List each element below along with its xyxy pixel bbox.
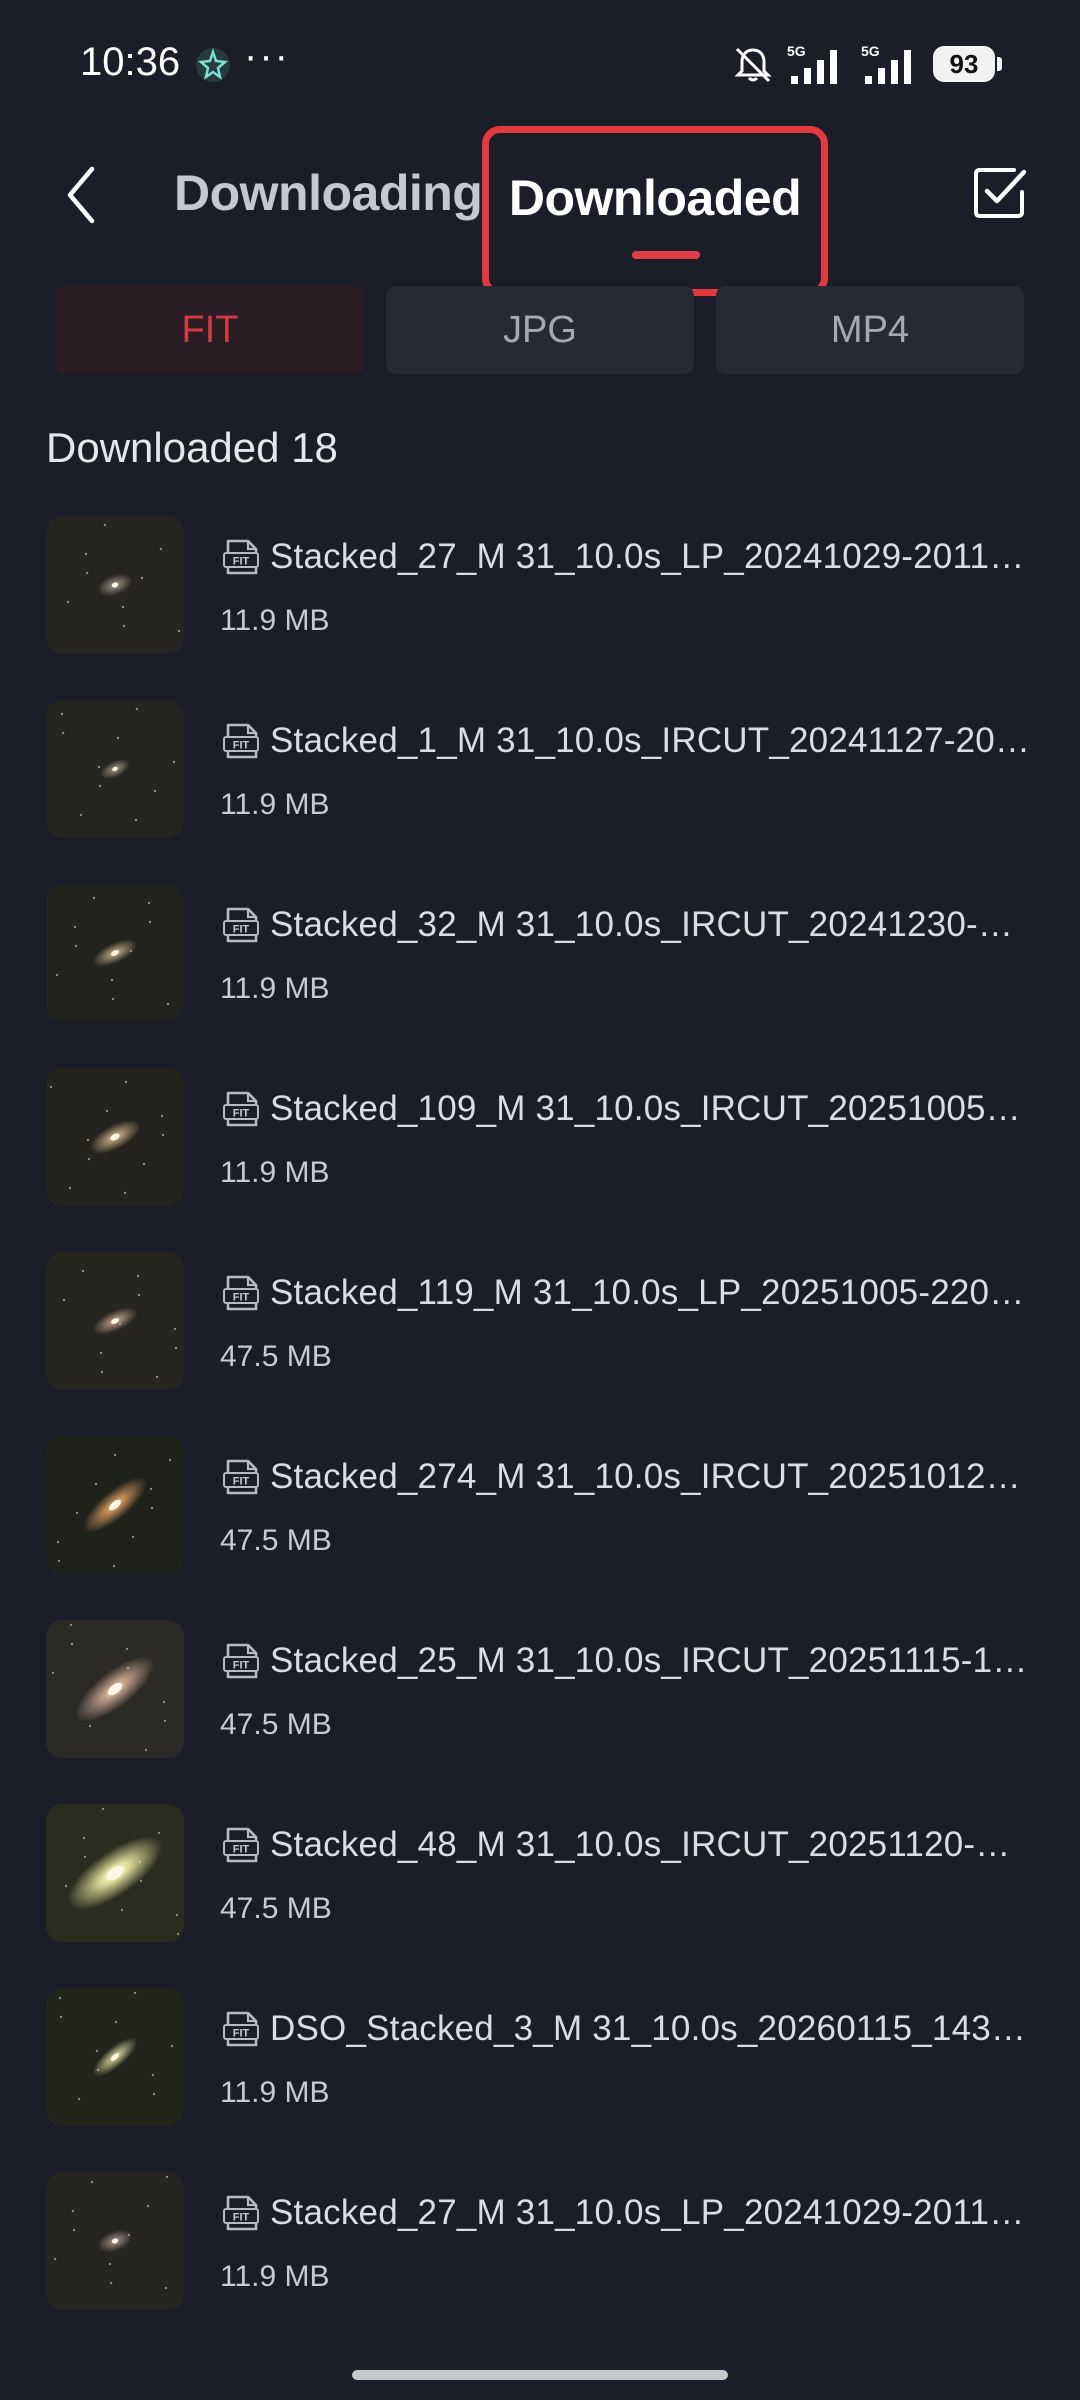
status-time: 10:36	[80, 40, 181, 84]
file-list-item[interactable]: FIT Stacked_48_M 31_10.0s_IRCUT_20251120…	[0, 1788, 1080, 1972]
file-name-row: FIT Stacked_119_M 31_10.0s_LP_20251005-2…	[222, 1268, 1034, 1318]
fit-file-icon: FIT	[223, 1459, 259, 1495]
file-name-row: FIT Stacked_27_M 31_10.0s_LP_20241029-20…	[222, 2188, 1034, 2238]
filter-mp4-chip[interactable]: MP4	[716, 286, 1024, 374]
galaxy-thumbnail	[46, 1436, 184, 1574]
file-name: Stacked_25_M 31_10.0s_IRCUT_20251115-1…	[270, 1641, 1028, 1680]
fit-file-icon: FIT	[223, 1091, 259, 1127]
file-type-filters: FIT JPG MP4	[56, 286, 1024, 374]
file-list-item[interactable]: FIT DSO_Stacked_3_M 31_10.0s_20260115_14…	[0, 1972, 1080, 2156]
back-button[interactable]	[52, 160, 112, 230]
file-size: 11.9 MB	[220, 2260, 330, 2293]
fit-file-icon: FIT	[223, 2195, 259, 2231]
fit-file-icon: FIT	[223, 2011, 259, 2047]
downloaded-count: Downloaded 18	[46, 424, 338, 471]
file-size: 47.5 MB	[220, 1524, 332, 1557]
file-name: Stacked_27_M 31_10.0s_LP_20241029-2011…	[270, 2193, 1025, 2232]
file-name-row: FIT Stacked_109_M 31_10.0s_IRCUT_2025100…	[222, 1084, 1034, 1134]
active-tab-indicator	[632, 251, 700, 259]
file-size: 11.9 MB	[220, 1156, 330, 1189]
file-size: 11.9 MB	[220, 2076, 330, 2109]
tab-downloading[interactable]: Downloading	[174, 164, 483, 222]
file-name: Stacked_32_M 31_10.0s_IRCUT_20241230-…	[270, 905, 1014, 944]
file-name: Stacked_119_M 31_10.0s_LP_20251005-220…	[270, 1273, 1025, 1312]
svg-text:FIT: FIT	[233, 740, 250, 752]
file-name: Stacked_109_M 31_10.0s_IRCUT_20251005…	[270, 1089, 1021, 1128]
galaxy-thumbnail	[46, 700, 184, 838]
svg-text:FIT: FIT	[233, 2212, 250, 2224]
status-bar: 10:36 ··· 5G 5G 93	[0, 0, 1080, 130]
galaxy-thumbnail	[46, 1068, 184, 1206]
app-notification-icon	[196, 48, 230, 82]
file-name-row: FIT Stacked_274_M 31_10.0s_IRCUT_2025101…	[222, 1452, 1034, 1502]
file-size: 47.5 MB	[220, 1892, 332, 1925]
file-size: 47.5 MB	[220, 1340, 332, 1373]
fit-file-icon: FIT	[223, 1827, 259, 1863]
file-size: 47.5 MB	[220, 1708, 332, 1741]
file-size: 11.9 MB	[220, 788, 330, 821]
file-list-item[interactable]: FIT Stacked_27_M 31_10.0s_LP_20241029-20…	[0, 2156, 1080, 2340]
file-list-item[interactable]: FIT Stacked_109_M 31_10.0s_IRCUT_2025100…	[0, 1052, 1080, 1236]
svg-text:FIT: FIT	[233, 1660, 250, 1672]
svg-text:5G: 5G	[787, 43, 806, 59]
screen: 10:36 ··· 5G 5G 93 Downloading Downloade…	[0, 0, 1080, 2400]
galaxy-thumbnail	[46, 884, 184, 1022]
fit-file-icon: FIT	[223, 1275, 259, 1311]
file-name: Stacked_27_M 31_10.0s_LP_20241029-2011…	[270, 537, 1025, 576]
file-list-item[interactable]: FIT Stacked_1_M 31_10.0s_IRCUT_20241127-…	[0, 684, 1080, 868]
galaxy-thumbnail	[46, 1804, 184, 1942]
svg-text:5G: 5G	[861, 43, 880, 59]
tab-downloaded-highlight: Downloaded	[482, 126, 828, 296]
svg-text:FIT: FIT	[233, 924, 250, 936]
filter-jpg-chip[interactable]: JPG	[386, 286, 694, 374]
file-list-item[interactable]: FIT Stacked_119_M 31_10.0s_LP_20251005-2…	[0, 1236, 1080, 1420]
file-list-item[interactable]: FIT Stacked_274_M 31_10.0s_IRCUT_2025101…	[0, 1420, 1080, 1604]
galaxy-thumbnail	[46, 516, 184, 654]
file-name-row: FIT Stacked_25_M 31_10.0s_IRCUT_20251115…	[222, 1636, 1034, 1686]
file-list: FIT Stacked_27_M 31_10.0s_LP_20241029-20…	[0, 500, 1080, 2340]
file-name: Stacked_1_M 31_10.0s_IRCUT_20241127-20…	[270, 721, 1031, 760]
file-list-item[interactable]: FIT Stacked_27_M 31_10.0s_LP_20241029-20…	[0, 500, 1080, 684]
file-size: 11.9 MB	[220, 604, 330, 637]
battery-tip	[997, 57, 1002, 71]
galaxy-thumbnail	[46, 1988, 184, 2126]
status-right-group: 5G 5G 93	[731, 42, 1002, 86]
fit-file-icon: FIT	[223, 1643, 259, 1679]
galaxy-thumbnail	[46, 2172, 184, 2310]
svg-text:FIT: FIT	[233, 1292, 250, 1304]
galaxy-thumbnail	[46, 1252, 184, 1390]
file-list-item[interactable]: FIT Stacked_32_M 31_10.0s_IRCUT_20241230…	[0, 868, 1080, 1052]
file-name-row: FIT Stacked_27_M 31_10.0s_LP_20241029-20…	[222, 532, 1034, 582]
svg-text:FIT: FIT	[233, 1476, 250, 1488]
file-list-item[interactable]: FIT Stacked_25_M 31_10.0s_IRCUT_20251115…	[0, 1604, 1080, 1788]
checkbox-icon[interactable]	[970, 162, 1030, 222]
file-name-row: FIT DSO_Stacked_3_M 31_10.0s_20260115_14…	[222, 2004, 1034, 2054]
fit-file-icon: FIT	[223, 907, 259, 943]
battery-indicator: 93	[933, 46, 995, 82]
tab-downloaded[interactable]: Downloaded	[489, 169, 821, 227]
file-name: DSO_Stacked_3_M 31_10.0s_20260115_143…	[270, 2009, 1027, 2048]
file-name-row: FIT Stacked_48_M 31_10.0s_IRCUT_20251120…	[222, 1820, 1034, 1870]
svg-text:FIT: FIT	[233, 1108, 250, 1120]
file-name: Stacked_48_M 31_10.0s_IRCUT_20251120-…	[270, 1825, 1011, 1864]
mute-bell-icon	[734, 47, 772, 83]
filter-fit-chip[interactable]: FIT	[56, 286, 364, 374]
svg-text:FIT: FIT	[233, 1844, 250, 1856]
file-name: Stacked_274_M 31_10.0s_IRCUT_20251012…	[270, 1457, 1021, 1496]
fit-file-icon: FIT	[223, 539, 259, 575]
galaxy-thumbnail	[46, 1620, 184, 1758]
svg-text:FIT: FIT	[233, 556, 250, 568]
signal-5g-icon: 5G	[861, 43, 911, 84]
file-name-row: FIT Stacked_32_M 31_10.0s_IRCUT_20241230…	[222, 900, 1034, 950]
chevron-left-icon	[67, 166, 95, 224]
home-indicator[interactable]	[352, 2370, 728, 2380]
signal-5g-icon: 5G	[787, 43, 837, 84]
file-name-row: FIT Stacked_1_M 31_10.0s_IRCUT_20241127-…	[222, 716, 1034, 766]
more-notifications-icon: ···	[244, 34, 290, 78]
fit-file-icon: FIT	[223, 723, 259, 759]
svg-text:FIT: FIT	[233, 2028, 250, 2040]
file-size: 11.9 MB	[220, 972, 330, 1005]
header: Downloading Downloaded	[0, 126, 1080, 296]
